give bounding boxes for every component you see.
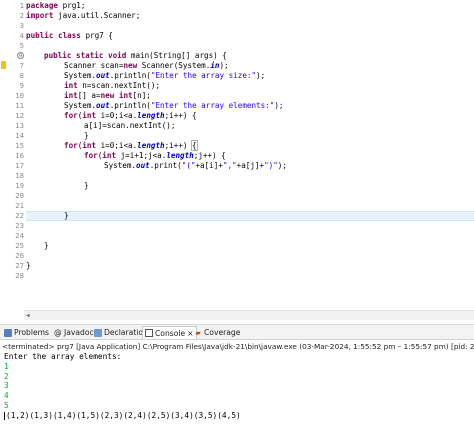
console-output[interactable]: Enter the array elements: 1 2 3 4 5 (1,2…: [4, 352, 472, 421]
line-number: 23: [15, 221, 24, 230]
console-input-line: 2: [4, 371, 9, 381]
line-number: 9: [19, 81, 24, 90]
line-number: 10: [15, 91, 24, 100]
coverage-icon: ▰: [195, 328, 201, 337]
code-line: System.out.println("Enter the array size…: [64, 71, 266, 80]
code-line: a[i]=scan.nextInt();: [84, 121, 176, 130]
line-number: 14: [15, 131, 24, 140]
bottom-views-panel: Problems @ Javadoc Declaration Console ×…: [0, 324, 474, 442]
horizontal-scrollbar[interactable]: ◀: [24, 310, 474, 320]
code-line: }: [84, 181, 89, 190]
line-number: 24: [15, 231, 24, 240]
code-line: int n=scan.nextInt();: [64, 81, 161, 90]
console-input-line: 3: [4, 381, 9, 391]
console-status: <terminated> prg7 [Java Application] C:\…: [2, 342, 474, 351]
line-number: 28: [15, 271, 24, 280]
line-number: 25: [15, 241, 24, 250]
line-number: 26: [15, 251, 24, 260]
line-number: 21: [15, 201, 24, 210]
tab-console[interactable]: Console ×: [142, 326, 197, 339]
code-line: }: [26, 261, 31, 270]
line-number: 17: [15, 161, 24, 170]
console-icon: [145, 329, 153, 337]
code-line: for(int i=0;i<a.length;i++) {: [64, 111, 197, 120]
console-prompt: Enter the array elements:: [4, 352, 122, 361]
code-line: package prg1;: [26, 1, 86, 10]
code-line: public static void main(String[] args) {: [44, 51, 227, 60]
code-area[interactable]: package prg1; import java.util.Scanner; …: [26, 0, 474, 300]
tab-problems[interactable]: Problems: [2, 326, 51, 339]
line-number: 2: [19, 11, 24, 20]
collapse-fold-icon[interactable]: ⊖: [17, 52, 24, 59]
problems-icon: [4, 328, 12, 337]
code-line: }: [84, 131, 89, 140]
scroll-left-arrow-icon[interactable]: ◀: [26, 311, 30, 320]
line-number: 12: [15, 111, 24, 120]
code-line: }: [44, 241, 49, 250]
code-line: import java.util.Scanner;: [26, 11, 141, 20]
code-line: for(int j=i+1;j<a.length;j++) {: [84, 151, 226, 160]
bracket-match: {: [191, 140, 198, 151]
line-number: 5: [19, 41, 24, 50]
code-line: Scanner scan=new Scanner(System.in);: [64, 61, 229, 70]
line-number: 1: [19, 1, 24, 10]
line-number: 8: [19, 71, 24, 80]
view-tab-bar: Problems @ Javadoc Declaration Console ×…: [0, 325, 474, 340]
console-input-line: 4: [4, 391, 9, 401]
console-input-line: 1: [4, 361, 9, 371]
line-number: 27: [15, 261, 24, 270]
declaration-icon: [94, 328, 102, 337]
tab-coverage[interactable]: ▰ Coverage: [192, 326, 242, 339]
line-number: 13: [15, 121, 24, 130]
line-number: 16: [15, 151, 24, 160]
line-number: 22: [15, 211, 24, 220]
code-line: public class prg7 {: [26, 31, 113, 40]
line-number-gutter: 1 2 3 4 5 6 7 8 9 10 11 12 13 14 15 16 1…: [6, 0, 24, 300]
line-number: 20: [15, 191, 24, 200]
line-number: 4: [19, 31, 24, 40]
code-line: for(int i=0;i<a.length;i++) {: [64, 140, 198, 151]
text-caret: [4, 411, 5, 420]
code-line: int[] a=new int[n];: [64, 91, 151, 100]
console-input-line: 5: [4, 400, 9, 410]
code-line: }: [64, 211, 69, 220]
code-line: System.out.print("("+a[i]+","+a[j]+")");: [104, 161, 287, 170]
line-number: 3: [19, 21, 24, 30]
line-number: 19: [15, 181, 24, 190]
line-number: 7: [19, 61, 24, 70]
code-line: System.out.println("Enter the array elem…: [64, 101, 284, 110]
line-number: 11: [15, 101, 24, 110]
line-number: 18: [15, 171, 24, 180]
code-editor[interactable]: 1 2 3 4 5 6 7 8 9 10 11 12 13 14 15 16 1…: [0, 0, 474, 310]
line-number: 15: [15, 141, 24, 150]
console-result-line: (1,2)(1,3)(1,4)(1,5)(2,3)(2,4)(2,5)(3,4)…: [4, 410, 241, 420]
tab-javadoc[interactable]: @ Javadoc: [52, 326, 96, 339]
